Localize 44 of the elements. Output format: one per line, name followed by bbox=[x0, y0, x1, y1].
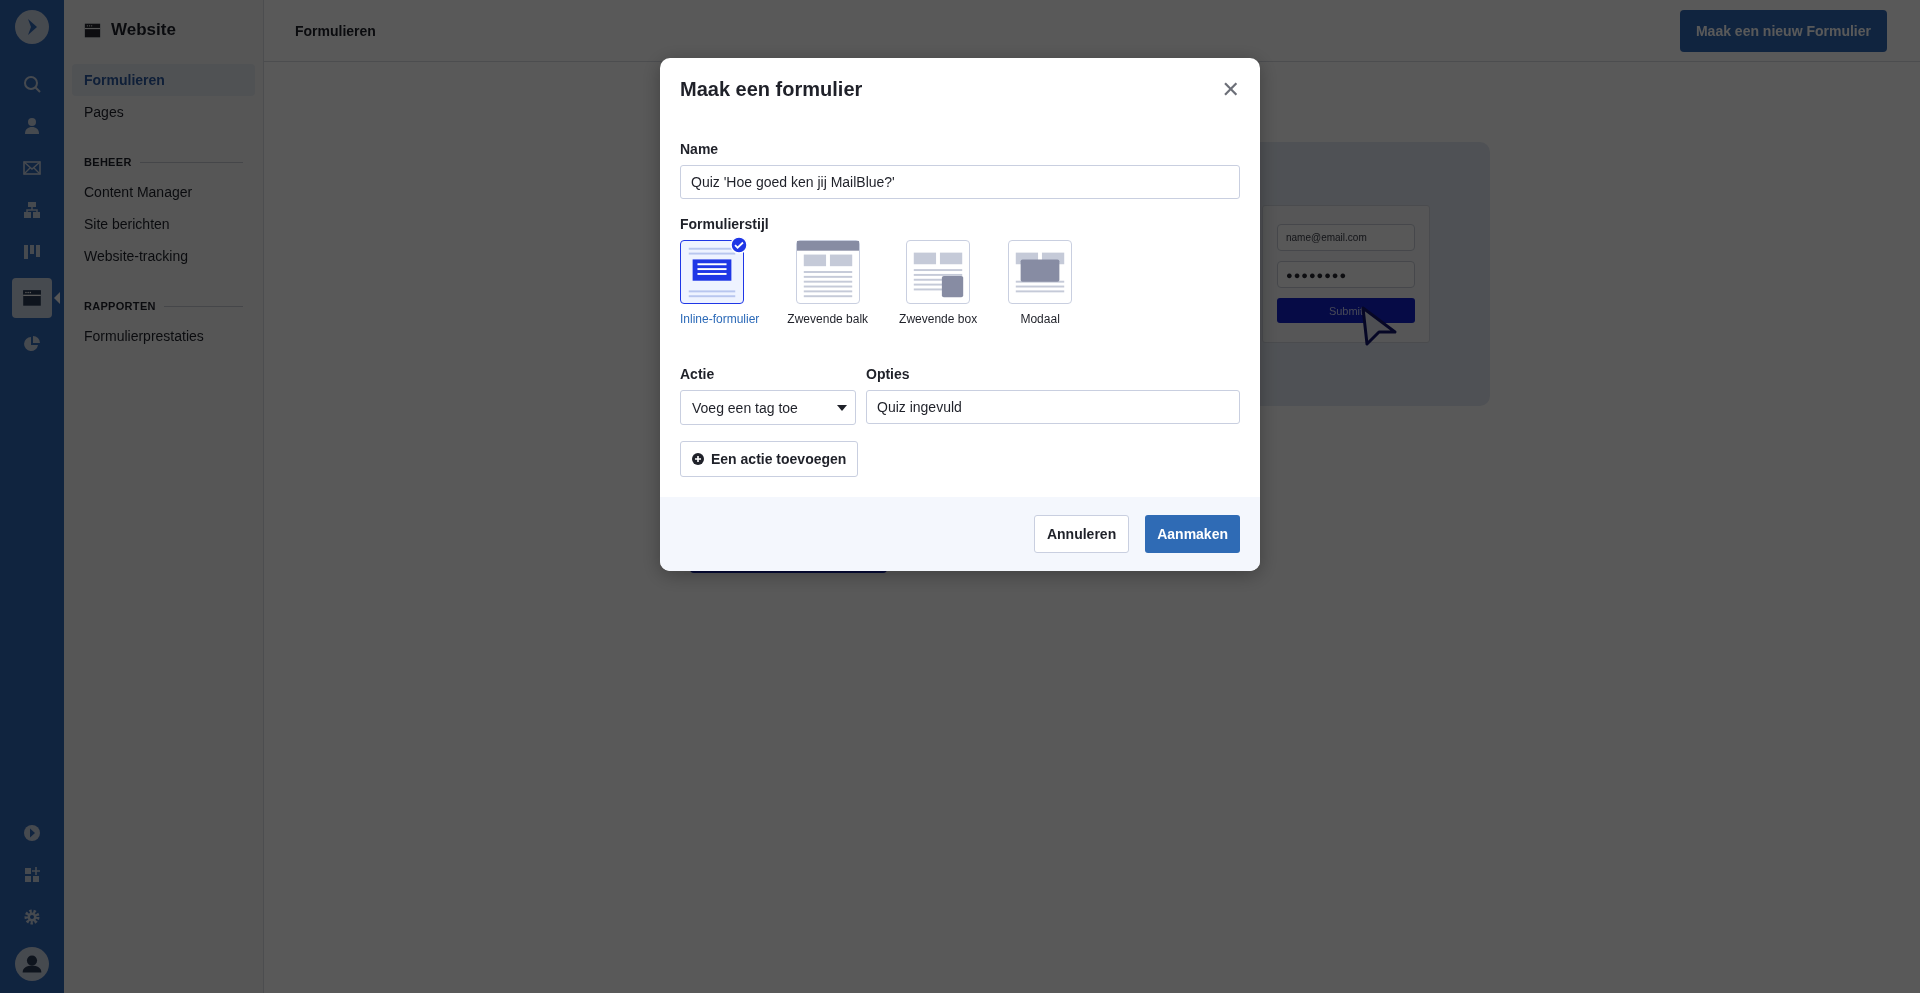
check-icon bbox=[730, 236, 748, 254]
hierarchy-icon bbox=[22, 200, 42, 220]
browser-window-icon bbox=[21, 287, 43, 309]
create-button[interactable]: Aanmaken bbox=[1145, 515, 1240, 553]
person-icon bbox=[22, 116, 42, 136]
add-widget-icon bbox=[22, 865, 42, 885]
section-heading: BEHEER bbox=[84, 156, 132, 168]
play-circle-icon bbox=[22, 823, 42, 843]
sidebar-title: Website bbox=[111, 20, 176, 40]
action-select[interactable]: Voeg een tag toe bbox=[680, 390, 856, 425]
style-label: Zwevende box bbox=[899, 312, 978, 326]
sidebar-item[interactable]: Pages bbox=[72, 96, 255, 128]
style-label: Modaal bbox=[1020, 312, 1060, 326]
sidebar-item[interactable]: Content Manager bbox=[72, 176, 255, 208]
name-input[interactable]: Quiz 'Hoe goed ken jij MailBlue?' bbox=[680, 165, 1240, 199]
sidebar-item[interactable]: Website-tracking bbox=[72, 240, 255, 272]
columns-icon bbox=[22, 242, 42, 262]
settings-icon bbox=[22, 907, 42, 927]
email-field: name@email.com bbox=[1277, 224, 1415, 251]
add-action-button[interactable]: Een actie toevoegen bbox=[680, 441, 859, 477]
avatar-icon bbox=[15, 947, 49, 981]
plus-circle-icon bbox=[692, 453, 704, 465]
password-field: ●●●●●●●● bbox=[1277, 261, 1415, 288]
section-heading: RAPPORTEN bbox=[84, 300, 156, 312]
sidebar-item[interactable]: Site berichten bbox=[72, 208, 255, 240]
field-label: Actie bbox=[680, 366, 716, 382]
dialog-title: Maak een formulier bbox=[680, 78, 863, 101]
sidebar-item[interactable]: Formulierprestaties bbox=[72, 320, 255, 352]
caret-icon bbox=[837, 404, 847, 411]
mail-icon bbox=[22, 158, 42, 178]
page-title: Formulieren bbox=[295, 22, 376, 39]
options-input[interactable]: Quiz ingevuld bbox=[866, 390, 1240, 424]
style-label: Inline-formulier bbox=[680, 312, 760, 326]
logo-icon[interactable] bbox=[15, 10, 49, 44]
search-icon bbox=[22, 74, 42, 94]
avatar-button[interactable] bbox=[15, 947, 49, 981]
close-button[interactable]: ✕ bbox=[1217, 78, 1240, 101]
style-label: Zwevende balk bbox=[787, 312, 869, 326]
field-label: Formulierstijl bbox=[680, 216, 770, 232]
field-label: Name bbox=[680, 141, 720, 157]
field-label: Opties bbox=[866, 366, 911, 382]
pie-chart-icon bbox=[22, 334, 42, 354]
browser-window-icon bbox=[84, 21, 101, 39]
cancel-button[interactable]: Annuleren bbox=[1033, 515, 1130, 553]
